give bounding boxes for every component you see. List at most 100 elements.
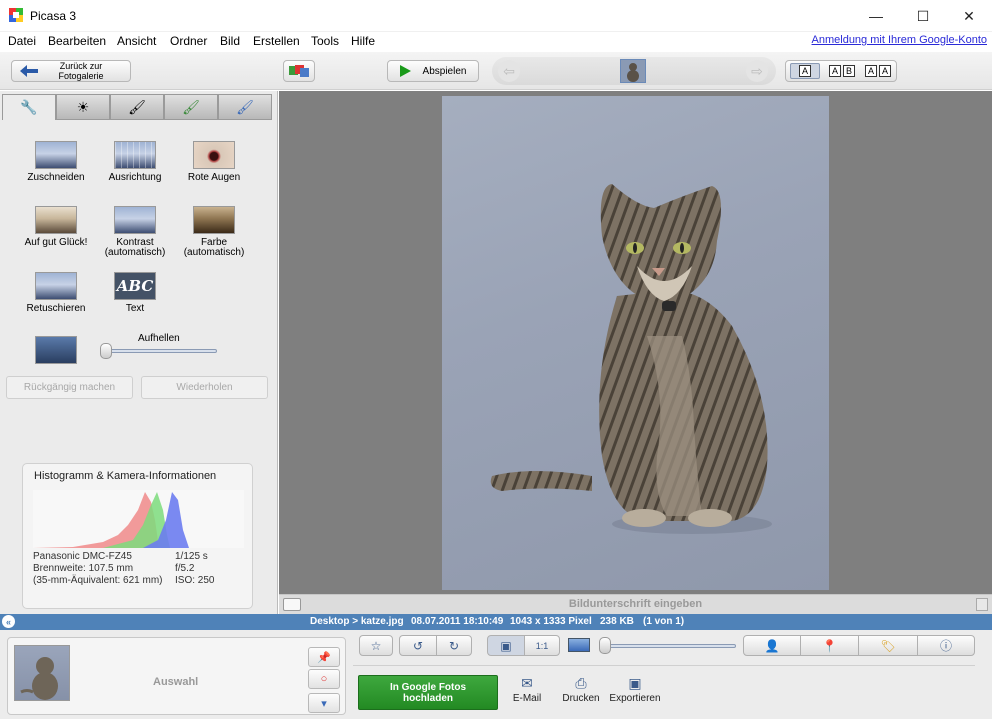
cat-thumb-icon: [20, 657, 58, 700]
cat-illustration: [490, 184, 772, 534]
rotate-right-icon: ↻: [448, 638, 460, 653]
export-button[interactable]: ▣ Exportieren: [605, 675, 665, 704]
rotate-left-icon: ↺: [412, 638, 424, 653]
previous-photo-button[interactable]: ⇦: [498, 60, 520, 82]
tab-effects-2[interactable]: 🖌: [164, 94, 218, 120]
export-folder-icon: ▣: [628, 675, 642, 691]
photo-view: [279, 91, 992, 594]
cat-thumbnail-icon: [627, 63, 639, 82]
photo-position: (1 von 1): [643, 616, 685, 627]
fit-icon: ▣: [500, 638, 512, 653]
file-size: 238 KB: [600, 616, 634, 627]
person-icon: 👤: [764, 638, 780, 653]
auto-color-tool[interactable]: Farbe (automatisch): [174, 206, 254, 258]
selected-photo-thumbnail[interactable]: [14, 645, 70, 701]
maximize-button[interactable]: ☐: [900, 0, 946, 32]
google-login-link[interactable]: Anmeldung mit Ihrem Google-Konto: [812, 34, 987, 46]
current-photo-thumbnail[interactable]: [620, 59, 646, 83]
contrast-thumbnail: [114, 206, 156, 234]
collage-button[interactable]: [283, 60, 315, 82]
back-to-library-button[interactable]: Zurück zur Fotogalerie: [11, 60, 131, 82]
photo-cat[interactable]: [442, 96, 829, 590]
compare-two-button[interactable]: AB: [826, 63, 858, 79]
redeye-tool[interactable]: Rote Augen: [174, 141, 254, 183]
collage-icon: [289, 65, 309, 77]
tags-button[interactable]: 🏷: [858, 635, 918, 656]
focal-equivalent: (35-mm-Äquivalent: 621 mm): [33, 575, 163, 586]
upload-label: In Google Fotos hochladen: [389, 681, 467, 704]
menu-hilfe[interactable]: Hilfe: [351, 34, 375, 48]
menu-ordner[interactable]: Ordner: [170, 34, 207, 48]
properties-button[interactable]: ⓘ: [917, 635, 975, 656]
star-icon: ☆: [370, 638, 382, 653]
single-view-button[interactable]: A: [790, 63, 820, 79]
file-path: Desktop > katze.jpg: [310, 616, 404, 627]
slideshow-play-button[interactable]: Abspielen: [387, 60, 479, 82]
envelope-icon: ✉: [521, 675, 533, 691]
tab-tuning[interactable]: ☀: [56, 94, 110, 120]
zoom-slider-track[interactable]: [604, 644, 736, 648]
view-mode-group: A AB AA: [785, 60, 897, 82]
undo-button[interactable]: Rückgängig machen: [6, 376, 133, 399]
fit-to-window-button[interactable]: ▣: [487, 635, 525, 656]
menu-erstellen[interactable]: Erstellen: [253, 34, 300, 48]
lucky-thumbnail: [35, 206, 77, 234]
rotate-left-button[interactable]: ↺: [399, 635, 437, 656]
email-button[interactable]: ✉ E-Mail: [497, 675, 557, 704]
tab-effects-3[interactable]: 🖌: [218, 94, 272, 120]
im-feeling-lucky-tool[interactable]: Auf gut Glück!: [16, 206, 96, 248]
tab-effects[interactable]: 🖌: [110, 94, 164, 120]
photo-tray: Auswahl 📌 ○ ▾ ☆ ↺ ↻ ▣ 1:1 👤 📍 🏷 ⓘ In Goo…: [0, 630, 992, 719]
histogram-title: Histogramm & Kamera-Informationen: [34, 470, 217, 482]
close-button[interactable]: ✕: [946, 0, 992, 32]
fill-light-slider-track[interactable]: [105, 349, 217, 353]
fill-light-label: Aufhellen: [138, 333, 180, 344]
next-photo-button[interactable]: ⇨: [746, 60, 768, 82]
menu-tools[interactable]: Tools: [311, 34, 339, 48]
crop-thumbnail: [35, 141, 77, 169]
compare-same-button[interactable]: AA: [862, 63, 894, 79]
status-bar: « Desktop > katze.jpg 08.07.2011 18:10:4…: [0, 614, 992, 630]
upload-google-photos-button[interactable]: In Google Fotos hochladen: [358, 675, 498, 710]
aperture: f/5.2: [175, 563, 195, 574]
auto-contrast-tool[interactable]: Kontrast (automatisch): [95, 206, 175, 258]
actual-size-button[interactable]: 1:1: [524, 635, 560, 656]
places-button[interactable]: 📍: [800, 635, 859, 656]
fill-light-slider-handle[interactable]: [100, 343, 112, 359]
text-tool[interactable]: ABC Text: [95, 272, 175, 314]
menu-ansicht[interactable]: Ansicht: [117, 34, 156, 48]
iso-value: ISO: 250: [175, 575, 215, 586]
collapse-tray-button[interactable]: «: [2, 615, 15, 628]
menu-datei[interactable]: Datei: [8, 34, 36, 48]
add-to-album-icon[interactable]: ▾: [308, 693, 340, 713]
map-pin-icon: 📍: [822, 638, 837, 653]
redo-button[interactable]: Wiederholen: [141, 376, 268, 399]
actual-size-icon: 1:1: [535, 640, 549, 651]
photo-navigation-strip: ⇦ ⇨: [492, 57, 776, 85]
info-icon: ⓘ: [939, 639, 952, 653]
crop-tool[interactable]: Zuschneiden: [16, 141, 96, 183]
minimize-button[interactable]: —: [853, 0, 899, 32]
selection-tray: Auswahl 📌 ○ ▾: [7, 637, 346, 715]
edit-tabs: 🔧 ☀ 🖌 🖌 🖌: [2, 94, 274, 120]
people-button[interactable]: 👤: [743, 635, 801, 656]
menu-bild[interactable]: Bild: [220, 34, 240, 48]
picasa-logo-icon: [9, 8, 23, 22]
retouch-tool[interactable]: Retuschieren: [16, 272, 96, 314]
rotate-right-button[interactable]: ↻: [436, 635, 472, 656]
clear-selection-icon[interactable]: ○: [308, 669, 340, 689]
star-button[interactable]: ☆: [359, 635, 393, 656]
green-brush-icon: 🖌: [182, 98, 200, 115]
tab-basic-fixes[interactable]: 🔧: [2, 94, 56, 120]
caption-input[interactable]: Bildunterschrift eingeben: [279, 598, 992, 610]
hold-selection-icon[interactable]: 📌: [308, 647, 340, 667]
window-title: Picasa 3: [30, 9, 77, 23]
color-thumbnail: [193, 206, 235, 234]
file-dimensions: 1043 x 1333 Pixel: [510, 616, 592, 627]
print-button[interactable]: ⎙ Drucken: [551, 675, 611, 704]
zoom-slider-handle[interactable]: [599, 637, 611, 654]
straighten-tool[interactable]: Ausrichtung: [95, 141, 175, 183]
menu-bar: Datei Bearbeiten Ansicht Ordner Bild Ers…: [0, 32, 992, 52]
menu-bearbeiten[interactable]: Bearbeiten: [48, 34, 106, 48]
caption-delete-icon[interactable]: [976, 598, 988, 611]
